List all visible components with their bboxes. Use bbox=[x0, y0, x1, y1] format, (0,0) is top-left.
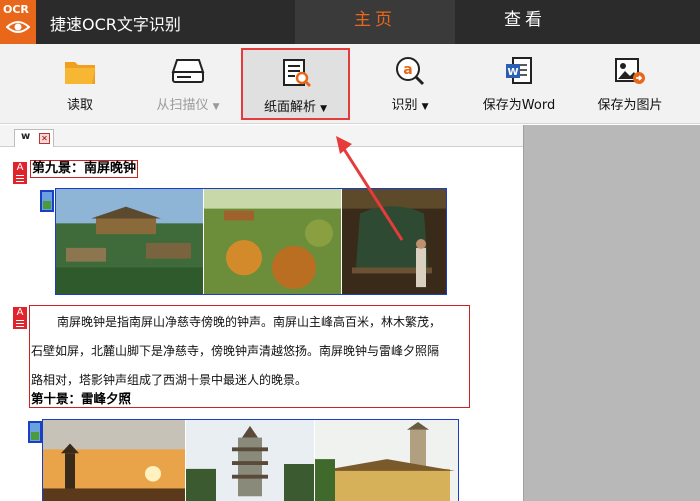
document-page: A 第九景：南屏晚钟 A 南屏晚钟是指南屏山净慈寺傍晚的钟声。南屏山主峰高百米，… bbox=[0, 148, 523, 501]
leifeng-pagoda-photo bbox=[186, 420, 314, 501]
document-tab-strip: w ✕ bbox=[0, 125, 523, 147]
document-tab-label: w bbox=[21, 131, 31, 142]
text-region-marker[interactable]: A bbox=[13, 162, 27, 184]
bell-photo bbox=[342, 189, 446, 294]
recognize-label-text: 识别 bbox=[391, 98, 418, 113]
heading-ninth-scene[interactable]: 第九景：南屏晚钟 bbox=[30, 160, 139, 178]
paper-parse-button[interactable]: 纸面解析 ▼ bbox=[241, 48, 350, 120]
scan-label-text: 从扫描仪 bbox=[156, 98, 209, 113]
paragraph-line: 南屏晚钟是指南屏山净慈寺傍晚的钟声。南屏山主峰高百米，林木繁茂， bbox=[57, 315, 442, 329]
folder-icon bbox=[65, 62, 95, 84]
pagoda-temple-photo bbox=[315, 420, 458, 501]
text-region-marker[interactable]: A bbox=[13, 307, 27, 329]
document-tab[interactable]: w ✕ bbox=[14, 129, 54, 147]
app-logo: OCR bbox=[0, 0, 36, 44]
scanner-icon bbox=[171, 59, 205, 83]
tab-view[interactable]: 查看 bbox=[445, 0, 605, 44]
temple-photo bbox=[56, 189, 203, 294]
chevron-down-icon: ▼ bbox=[320, 104, 328, 114]
pagoda-hill-photo bbox=[204, 189, 341, 294]
save-image-button[interactable]: 保存为图片 bbox=[590, 44, 670, 124]
eye-icon bbox=[6, 21, 30, 33]
word-icon: W bbox=[506, 57, 532, 84]
image-region-marker[interactable] bbox=[40, 190, 54, 212]
paragraph: 南屏晚钟是指南屏山净慈寺傍晚的钟声。南屏山主峰高百米，林木繁茂， 石壁如屏，北麓… bbox=[31, 308, 467, 395]
chevron-down-icon: ▼ bbox=[421, 102, 429, 112]
scan-label: 从扫描仪 ▼ bbox=[146, 94, 230, 113]
save-word-label: 保存为Word bbox=[482, 98, 556, 113]
close-icon[interactable]: ✕ bbox=[39, 133, 50, 144]
svg-text:W: W bbox=[507, 67, 518, 78]
text-region-paragraph[interactable]: 南屏晚钟是指南屏山净慈寺傍晚的钟声。南屏山主峰高百米，林木繁茂， 石壁如屏，北麓… bbox=[29, 305, 470, 408]
svg-text:a: a bbox=[403, 62, 412, 78]
chevron-down-icon: ▼ bbox=[212, 102, 220, 112]
read-label: 读取 bbox=[66, 98, 93, 113]
read-button[interactable]: 读取 bbox=[54, 44, 106, 124]
paper-parse-label-text: 纸面解析 bbox=[263, 100, 316, 115]
document-search-icon bbox=[282, 59, 311, 88]
tab-home[interactable]: 主页 bbox=[295, 0, 455, 44]
paper-parse-label: 纸面解析 ▼ bbox=[243, 96, 348, 115]
recognize-label: 识别 ▼ bbox=[382, 94, 438, 113]
title-bar: OCR 捷速OCR文字识别 主页 查看 bbox=[0, 0, 700, 44]
app-title: 捷速OCR文字识别 bbox=[50, 15, 181, 34]
save-word-button[interactable]: W 保存为Word bbox=[476, 44, 562, 124]
sunset-pagoda-photo bbox=[43, 420, 185, 501]
ocr-recognize-icon: a bbox=[396, 57, 425, 86]
heading-tenth-scene: 第十景：雷峰夕照 bbox=[31, 391, 132, 406]
image-region-marker[interactable] bbox=[28, 421, 42, 443]
preview-panel bbox=[523, 125, 700, 501]
scan-button[interactable]: 从扫描仪 ▼ bbox=[146, 44, 230, 124]
paragraph-line: 石壁如屏，北麓山脚下是净慈寺，傍晚钟声清越悠扬。南屏晚钟与雷峰夕照隔 bbox=[31, 344, 440, 358]
image-export-icon bbox=[615, 58, 645, 84]
ribbon-toolbar: 读取 从扫描仪 ▼ 纸面解析 ▼ a 识别 ▼ W 保存为Word 保存为图片 bbox=[0, 44, 700, 124]
image-region-bottom[interactable] bbox=[42, 419, 459, 501]
logo-text: OCR bbox=[3, 3, 29, 16]
recognize-button[interactable]: a 识别 ▼ bbox=[382, 44, 438, 124]
save-image-label: 保存为图片 bbox=[597, 98, 663, 113]
image-region-top[interactable] bbox=[55, 188, 447, 295]
